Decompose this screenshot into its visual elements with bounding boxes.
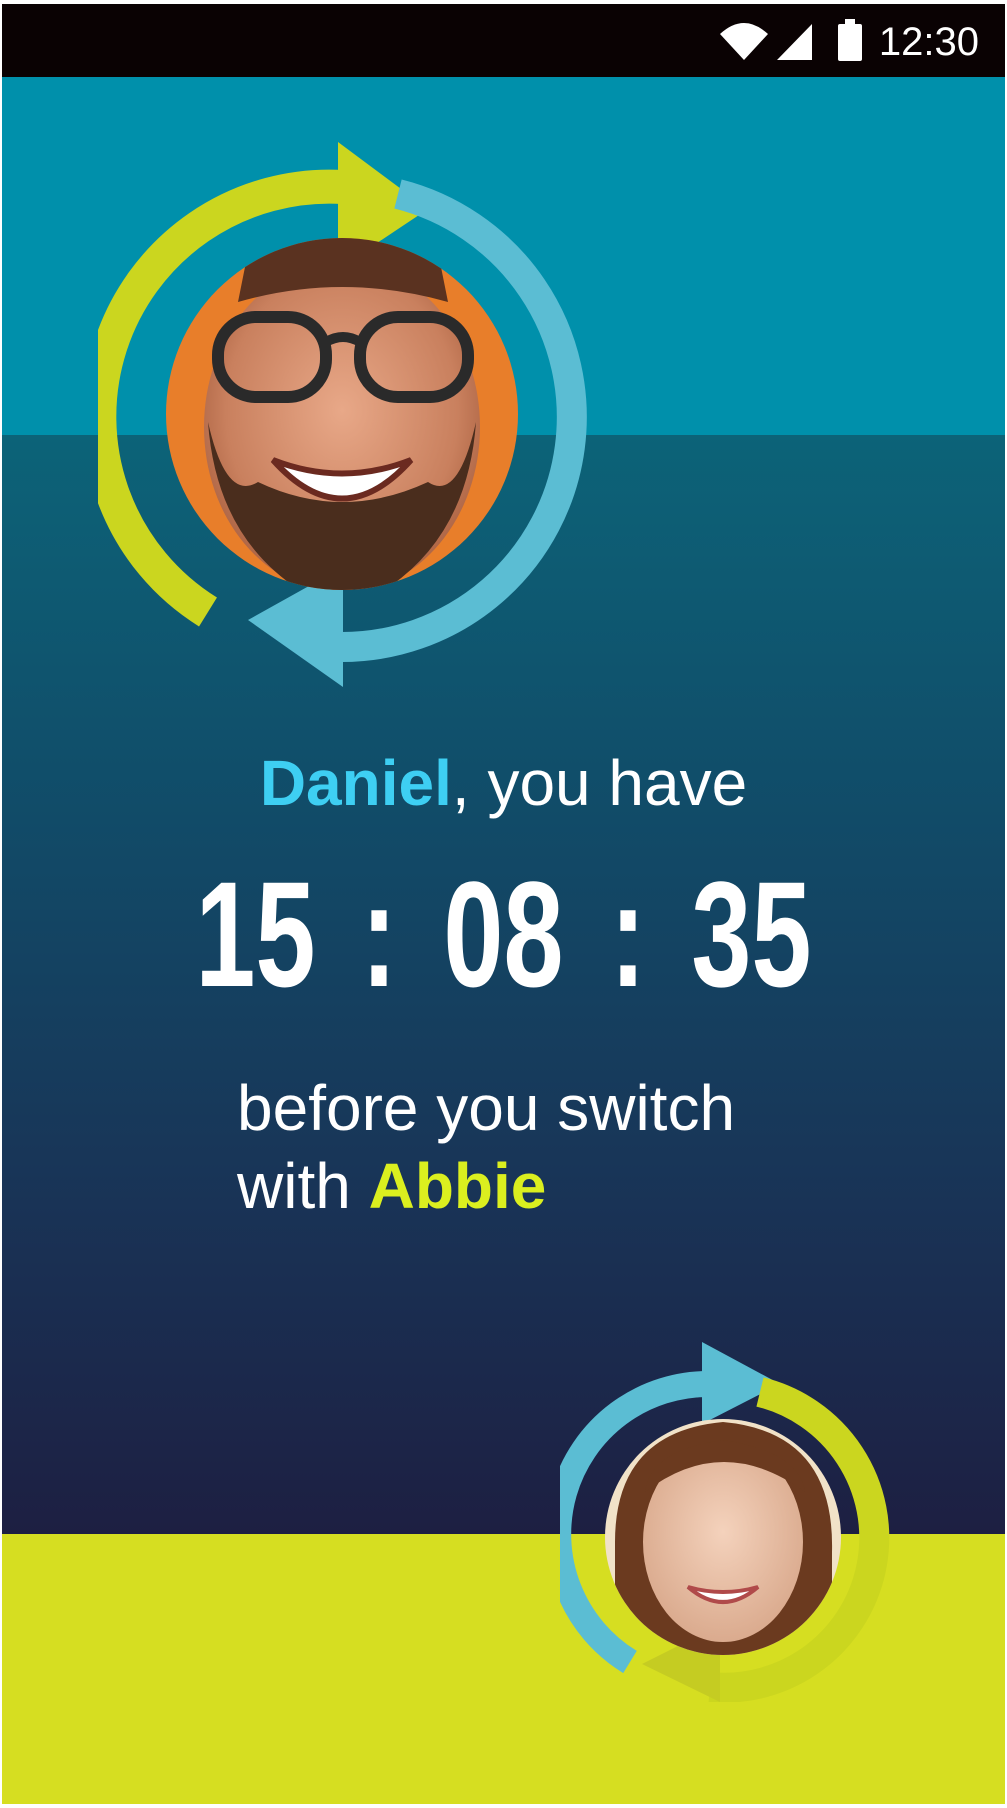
current-user-avatar[interactable] [98, 142, 588, 687]
woman-photo [605, 1419, 841, 1655]
message-prefix: with [237, 1150, 369, 1222]
switch-message: before you switch with Abbie [237, 1069, 937, 1225]
partner-name: Abbie [368, 1150, 547, 1222]
greeting-line: Daniel, you have [2, 746, 1005, 820]
timer-minutes: 08 [443, 850, 564, 1018]
message-line-1: before you switch [237, 1072, 736, 1144]
timer-separator: : [361, 850, 398, 1018]
partner-avatar[interactable] [560, 1342, 890, 1702]
user-name: Daniel [259, 747, 452, 819]
cell-signal-icon [777, 24, 812, 60]
countdown-timer: 15 : 08 : 35 [2, 854, 1005, 1014]
wifi-icon [720, 23, 768, 60]
battery-icon [838, 19, 862, 61]
status-clock: 12:30 [878, 20, 979, 64]
timer-hours: 15 [195, 850, 316, 1018]
man-photo [166, 238, 518, 590]
status-bar: 12:30 [2, 4, 1005, 77]
message-line-2: with Abbie [237, 1147, 937, 1225]
timer-separator: : [609, 850, 646, 1018]
app-screen: 12:30 Daniel, you have 15: 08: 35 befo… [2, 4, 1005, 1804]
timer-seconds: 35 [691, 850, 812, 1018]
greeting-suffix: , you have [451, 747, 748, 819]
